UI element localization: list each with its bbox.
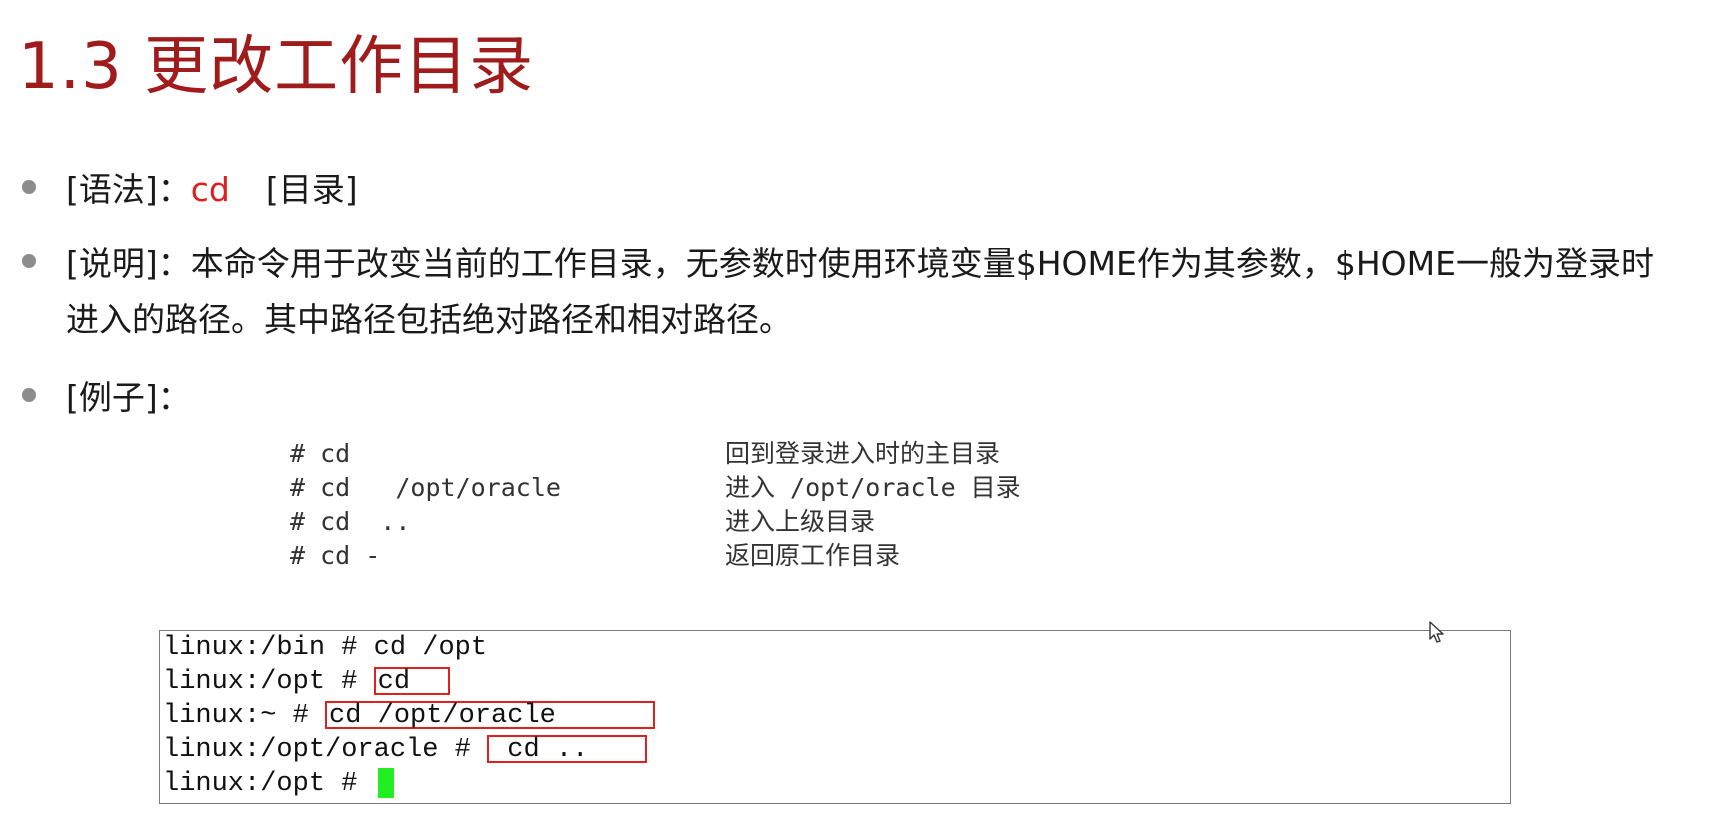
- syntax-label: [语法]：: [66, 170, 191, 209]
- bullet-dot-icon: [22, 180, 36, 194]
- example-description: 进入 /opt/oracle 目录: [725, 473, 1021, 502]
- terminal-line: linux:~ # cd /opt/oracle: [163, 699, 656, 733]
- terminal-prompt: linux:/opt #: [163, 769, 374, 799]
- example-list: # cd 回到登录进入时的主目录 # cd /opt/oracle 进入 /op…: [290, 437, 1021, 573]
- mouse-pointer-icon: [1429, 621, 1444, 643]
- description-text: [说明]：本命令用于改变当前的工作目录，无参数时使用环境变量$HOME作为其参数…: [66, 236, 1662, 348]
- example-command: # cd /opt/oracle: [290, 473, 561, 502]
- bullet-description: [说明]：本命令用于改变当前的工作目录，无参数时使用环境变量$HOME作为其参数…: [22, 236, 1662, 348]
- syntax-text: [语法]：cd [目录]: [66, 162, 358, 218]
- bullet-dot-icon: [22, 254, 36, 268]
- terminal-prompt: linux:~ #: [163, 701, 326, 731]
- example-command: # cd ..: [290, 507, 411, 536]
- syntax-command: cd: [190, 170, 230, 209]
- example-row: # cd 回到登录进入时的主目录: [290, 437, 1000, 471]
- description-label: [说明]：: [66, 244, 191, 283]
- slide-title: 1.3 更改工作目录: [18, 30, 535, 104]
- description-body: 本命令用于改变当前的工作目录，无参数时使用环境变量$HOME作为其参数，$HOM…: [66, 244, 1654, 339]
- example-row: # cd - 返回原工作目录: [290, 539, 900, 573]
- terminal-prompt: linux:/bin #: [163, 633, 374, 663]
- example-command: # cd: [290, 439, 351, 468]
- terminal-line: linux:/opt # cd: [163, 665, 450, 699]
- highlighted-command: cd /opt/oracle: [325, 700, 656, 729]
- highlighted-command: cd ..: [487, 734, 648, 763]
- terminal-line: linux:/opt #: [163, 767, 394, 801]
- terminal-prompt: linux:/opt/oracle #: [163, 735, 488, 765]
- example-command: # cd -: [290, 541, 381, 570]
- terminal-screenshot: linux:/bin # cd /opt linux:/opt # cd lin…: [159, 630, 1511, 804]
- example-row: # cd .. 进入上级目录: [290, 505, 875, 539]
- example-row: # cd /opt/oracle 进入 /opt/oracle 目录: [290, 471, 1021, 505]
- syntax-arg: [目录]: [265, 170, 358, 209]
- bullet-syntax: [语法]：cd [目录]: [22, 162, 358, 218]
- terminal-line: linux:/opt/oracle # cd ..: [163, 733, 648, 767]
- example-label: [例子]：: [66, 378, 191, 417]
- bullet-example: [例子]：: [22, 370, 191, 426]
- example-description: 进入上级目录: [725, 507, 876, 536]
- highlighted-command: cd: [373, 666, 450, 695]
- example-description: 返回原工作目录: [725, 541, 901, 570]
- example-description: 回到登录进入时的主目录: [725, 439, 1001, 468]
- terminal-prompt: linux:/opt #: [163, 667, 374, 697]
- terminal-line: linux:/bin # cd /opt: [163, 631, 487, 665]
- terminal-cursor: [377, 767, 394, 798]
- terminal-command: cd /opt: [373, 633, 488, 663]
- bullet-dot-icon: [22, 388, 36, 402]
